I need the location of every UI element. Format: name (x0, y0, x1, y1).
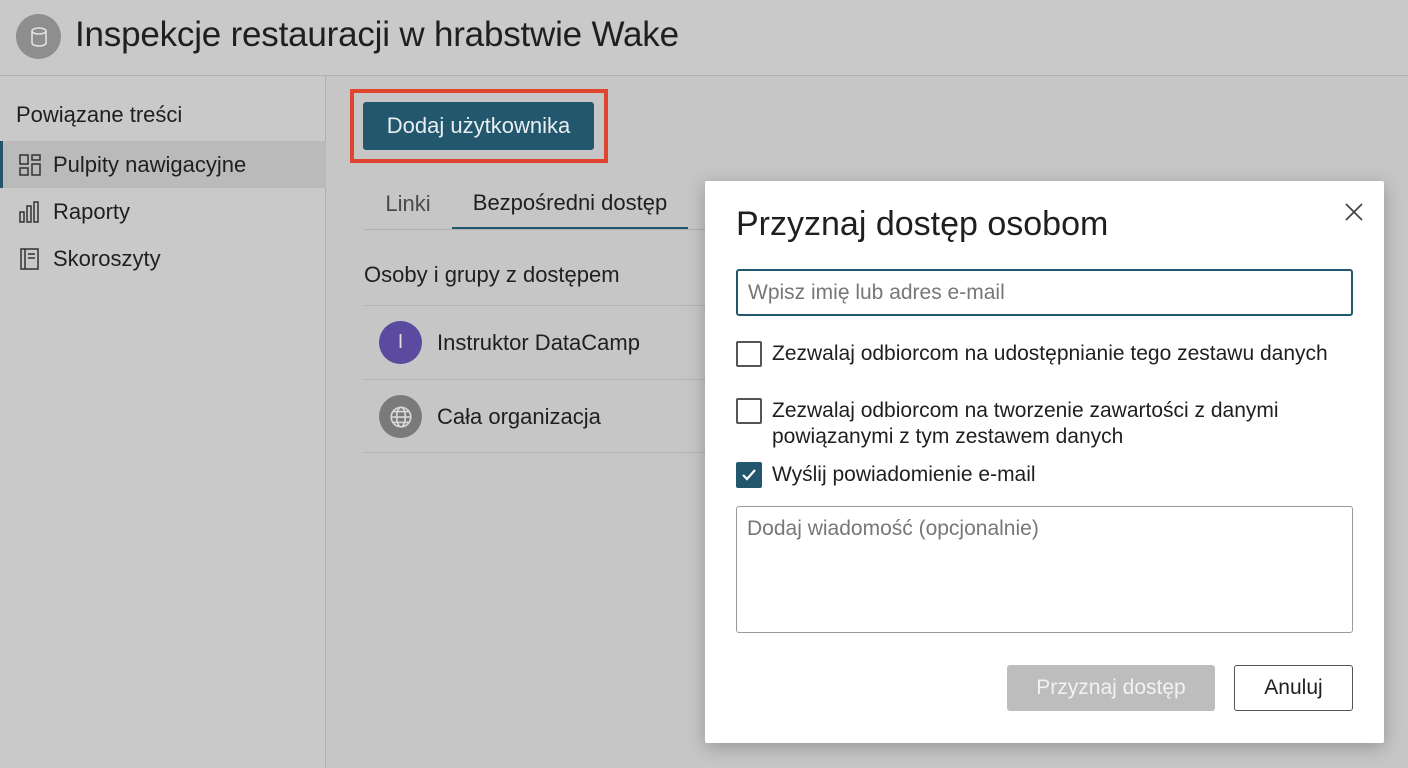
checkbox-label: Zezwalaj odbiorcom na udostępnianie tego… (772, 342, 1328, 365)
add-user-button[interactable]: Dodaj użytkownika (363, 102, 594, 150)
access-tabs: Linki Bezpośredni dostęp (364, 178, 708, 230)
list-item-name: Instruktor DataCamp (437, 329, 640, 355)
tab-links[interactable]: Linki (364, 178, 452, 230)
sidebar-item-label: Skoroszyty (53, 245, 161, 271)
option-allow-share[interactable]: Zezwalaj odbiorcom na udostępnianie tego… (736, 341, 1352, 367)
cancel-button[interactable]: Anuluj (1234, 665, 1353, 711)
grant-access-button[interactable]: Przyznaj dostęp (1007, 665, 1215, 711)
close-icon[interactable] (1341, 199, 1367, 225)
grant-access-dialog: Przyznaj dostęp osobom Zezwalaj odbiorco… (705, 181, 1384, 743)
checkbox-label: Zezwalaj odbiorcom na tworzenie zawartoś… (772, 399, 1279, 448)
option-allow-build[interactable]: Zezwalaj odbiorcom na tworzenie zawartoś… (736, 398, 1352, 450)
globe-icon (379, 395, 422, 438)
sidebar-item-reports[interactable]: Raporty (0, 188, 326, 235)
top-header: Inspekcje restauracji w hrabstwie Wake (0, 0, 1408, 76)
list-divider (364, 452, 708, 453)
tabs-divider (364, 229, 708, 230)
dashboard-icon (18, 153, 42, 177)
checkbox[interactable] (736, 398, 762, 424)
message-field[interactable] (736, 506, 1353, 633)
sidebar-item-workbooks[interactable]: Skoroszyty (0, 235, 326, 282)
option-send-email[interactable]: Wyślij powiadomienie e-mail (736, 462, 1352, 488)
tab-direct-access[interactable]: Bezpośredni dostęp (452, 178, 688, 230)
checkbox-label: Wyślij powiadomienie e-mail (772, 463, 1036, 486)
list-item[interactable]: Cała organizacja (364, 379, 708, 453)
database-icon (16, 14, 61, 59)
dialog-title: Przyznaj dostęp osobom (736, 205, 1109, 243)
list-item-name: Cała organizacja (437, 403, 601, 429)
check-icon (742, 469, 756, 481)
list-item[interactable]: I Instruktor DataCamp (364, 305, 708, 379)
sidebar-item-label: Pulpity nawigacyjne (53, 151, 247, 177)
checkbox-checked[interactable] (736, 462, 762, 488)
sidebar-heading: Powiązane treści (16, 102, 183, 127)
notebook-icon (18, 247, 42, 271)
sidebar-item-dashboards[interactable]: Pulpity nawigacyjne (0, 141, 326, 188)
bar-chart-icon (18, 200, 42, 224)
page-title: Inspekcje restauracji w hrabstwie Wake (75, 15, 679, 54)
email-field[interactable] (736, 269, 1353, 316)
avatar: I (379, 321, 422, 364)
sidebar-item-label: Raporty (53, 198, 131, 224)
section-title: Osoby i grupy z dostępem (364, 262, 620, 287)
checkbox[interactable] (736, 341, 762, 367)
sidebar: Powiązane treści Pulpity nawigacyjne Rap… (0, 76, 326, 768)
